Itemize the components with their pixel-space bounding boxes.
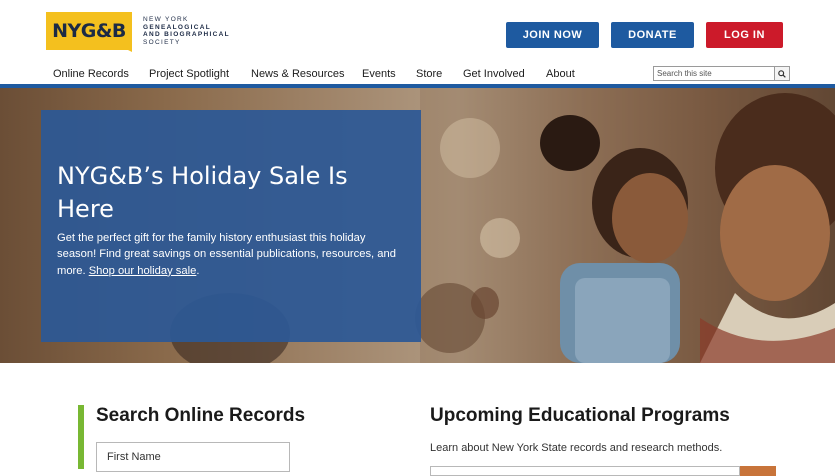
hero-promo-panel: NYG&B’s Holiday Sale Is Here Get the per… bbox=[41, 110, 421, 342]
join-now-button[interactable]: JOIN NOW bbox=[506, 22, 599, 48]
section-accent-bar bbox=[78, 405, 84, 469]
society-line: GENEALOGICAL bbox=[143, 23, 211, 31]
nav-events[interactable]: Events bbox=[362, 68, 396, 80]
nav-online-records[interactable]: Online Records bbox=[53, 68, 129, 80]
site-search-input[interactable]: Search this site bbox=[653, 66, 779, 81]
educational-programs-heading: Upcoming Educational Programs bbox=[430, 405, 730, 426]
login-button[interactable]: LOG IN bbox=[706, 22, 783, 48]
donate-button[interactable]: DONATE bbox=[611, 22, 694, 48]
search-button[interactable] bbox=[774, 66, 790, 81]
hero-title: NYG&B’s Holiday Sale Is Here bbox=[57, 162, 348, 223]
logo-notch bbox=[120, 46, 132, 52]
first-name-field[interactable]: First Name bbox=[96, 442, 290, 472]
site-header: NYG&B NEW YORK GENEALOGICAL AND BIOGRAPH… bbox=[0, 0, 835, 86]
educational-programs-subtext: Learn about New York State records and r… bbox=[430, 442, 723, 454]
society-line: NEW YORK bbox=[143, 16, 189, 23]
society-line: AND BIOGRAPHICAL bbox=[143, 31, 230, 39]
holiday-sale-link[interactable]: Shop our holiday sale bbox=[89, 265, 197, 277]
hero-period: . bbox=[196, 264, 200, 277]
hero-description: Get the perfect gift for the family hist… bbox=[57, 230, 407, 279]
program-go-button[interactable] bbox=[740, 466, 776, 476]
nav-get-involved[interactable]: Get Involved bbox=[463, 68, 525, 80]
hero-banner: NYG&B’s Holiday Sale Is Here Get the per… bbox=[0, 88, 835, 363]
society-name: NEW YORK GENEALOGICAL AND BIOGRAPHICAL S… bbox=[143, 16, 230, 46]
nav-store[interactable]: Store bbox=[416, 68, 442, 80]
program-select-field[interactable] bbox=[430, 466, 740, 476]
nygb-logo[interactable]: NYG&B bbox=[46, 12, 132, 50]
nav-about[interactable]: About bbox=[546, 68, 575, 80]
nav-news-resources[interactable]: News & Resources bbox=[251, 68, 345, 80]
nav-project-spotlight[interactable]: Project Spotlight bbox=[149, 68, 229, 80]
search-records-heading: Search Online Records bbox=[96, 405, 306, 426]
society-line: SOCIETY bbox=[143, 38, 181, 46]
search-icon bbox=[778, 69, 786, 78]
logo-text: NYG&B bbox=[52, 20, 126, 42]
